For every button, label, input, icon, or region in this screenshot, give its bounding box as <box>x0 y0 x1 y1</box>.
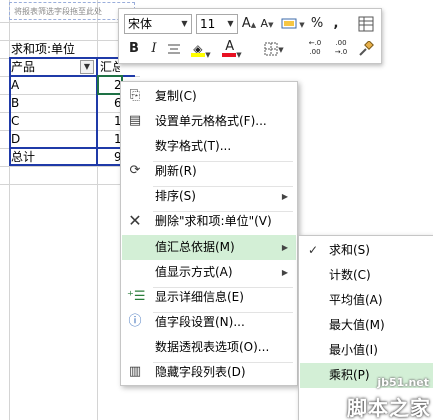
menu-item-label: 隐藏字段列表(D) <box>155 365 246 379</box>
submenu-arrow-icon: ▶ <box>281 192 288 201</box>
fill-color-icon: ◈ <box>191 39 206 57</box>
menu-item-show-values-as[interactable]: 值显示方式(A) ▶ <box>122 260 296 285</box>
submenu-item-label: 乘积(P) <box>329 368 370 382</box>
format-table-glyph <box>358 16 374 31</box>
field-settings-icon: ⓘ <box>128 314 142 329</box>
italic-button[interactable]: I <box>147 39 161 59</box>
font-name-value: 宋体 <box>128 17 153 31</box>
menu-item-value-field-settings[interactable]: ⓘ 值字段设置(N)... <box>122 310 296 335</box>
submenu-arrow-icon: ▶ <box>281 268 288 277</box>
menu-item-summarize-by[interactable]: 值汇总依据(M) ▶ <box>122 235 296 260</box>
chevron-down-icon[interactable]: ▼ <box>178 15 191 33</box>
menu-item-sort[interactable]: 排序(S) ▶ <box>122 184 296 209</box>
menu-item-refresh[interactable]: ⟳ 刷新(R) <box>122 159 296 184</box>
submenu-item-min[interactable]: 最小值(I) <box>300 338 433 363</box>
menu-item-label: 刷新(R) <box>155 164 197 178</box>
pivot-row-label[interactable]: D <box>11 130 20 148</box>
shrink-font-glyph: A <box>260 17 269 30</box>
submenu-item-count[interactable]: 计数(C) <box>300 263 433 288</box>
checkmark-icon: ✓ <box>308 243 319 257</box>
menu-item-pivot-options[interactable]: 数据透视表选项(O)... <box>122 335 296 360</box>
menu-item-copy[interactable]: ⎘ 复制(C) <box>122 84 296 109</box>
menu-item-label: 删除"求和项:单位"(V) <box>155 214 272 228</box>
pivot-row-label[interactable]: B <box>11 94 19 112</box>
grid-line <box>0 184 140 185</box>
mini-toolbar: 宋体 ▼ 11 ▼ A▲ A▼ ▼ % , B I ◈ ▼ A ▼ ▼ ←.0 … <box>118 8 382 64</box>
pivot-total-label[interactable]: 总计 <box>11 148 35 166</box>
font-name-combo[interactable]: 宋体 ▼ <box>124 14 192 34</box>
submenu-item-sum[interactable]: ✓ 求和(S) <box>300 238 433 263</box>
menu-item-hide-field-list[interactable]: ▥ 隐藏字段列表(D) <box>122 360 296 385</box>
refresh-icon: ⟳ <box>129 163 141 178</box>
borders-icon <box>264 42 278 55</box>
menu-item-label: 数据透视表选项(O)... <box>155 340 270 354</box>
format-painter-icon[interactable] <box>357 39 375 59</box>
menu-item-label: 显示详细信息(E) <box>155 290 244 304</box>
submenu-item-label: 最小值(I) <box>329 343 378 357</box>
submenu-item-label: 最大值(M) <box>329 318 385 332</box>
font-size-value: 11 <box>200 17 216 31</box>
submenu-item-label: 计数(C) <box>329 268 371 282</box>
grid-line <box>0 166 140 167</box>
copy-icon: ⎘ <box>129 88 141 103</box>
context-menu: ⎘ 复制(C) ▤ 设置单元格格式(F)... 数字格式(T)... ⟳ 刷新(… <box>120 81 298 386</box>
menu-item-label: 值汇总依据(M) <box>155 240 235 254</box>
comma-style-icon[interactable]: , <box>329 14 343 34</box>
menu-item-format-cells[interactable]: ▤ 设置单元格格式(F)... <box>122 109 296 134</box>
menu-item-show-details[interactable]: ⁺☰ 显示详细信息(E) <box>122 285 296 310</box>
menu-item-label: 数字格式(T)... <box>155 139 232 153</box>
format-painter-glyph <box>359 39 374 56</box>
increase-decimal-icon[interactable]: ←.0 .00 <box>303 37 327 57</box>
menu-item-label: 设置单元格格式(F)... <box>155 114 267 128</box>
grow-font-icon[interactable]: A▲ <box>241 14 257 34</box>
show-details-icon: ⁺☰ <box>127 289 146 304</box>
menu-item-label: 值显示方式(A) <box>155 265 233 279</box>
value-field-label[interactable]: 求和项:单位 <box>11 40 75 58</box>
borders-button[interactable]: ▼ <box>261 39 287 59</box>
submenu-item-max[interactable]: 最大值(M) <box>300 313 433 338</box>
decrease-decimal-icon[interactable]: .00 →.0 <box>329 37 353 57</box>
bold-button[interactable]: B <box>127 39 141 59</box>
menu-item-label: 复制(C) <box>155 89 197 103</box>
align-center-icon[interactable] <box>166 39 182 59</box>
delete-icon: ✕ <box>128 211 142 230</box>
format-cells-icon: ▤ <box>128 113 142 128</box>
align-center-glyph <box>168 44 180 53</box>
accounting-format-icon[interactable]: ▼ <box>279 14 307 34</box>
submenu-arrow-icon: ▶ <box>281 243 288 252</box>
pivot-row-label[interactable]: C <box>11 112 19 130</box>
menu-item-number-format[interactable]: 数字格式(T)... <box>122 134 296 159</box>
row-filter-dropdown-icon[interactable]: ▼ <box>80 60 94 74</box>
row-header-product[interactable]: 产品 <box>11 58 35 76</box>
font-color-icon: A <box>222 39 237 57</box>
percent-style-icon[interactable]: % <box>309 14 325 34</box>
submenu-item-label: 平均值(A) <box>329 293 383 307</box>
watermark-name: 脚本之家 <box>347 396 431 420</box>
shrink-font-icon[interactable]: A▼ <box>259 14 275 34</box>
spreadsheet-window: 将报表筛选字段拖至此处 求和项:单位 产品 ▼ 汇总 B A C D 2 6 1… <box>0 0 433 420</box>
submenu-item-average[interactable]: 平均值(A) <box>300 288 433 313</box>
accounting-format-glyph <box>281 18 297 28</box>
fill-color-button[interactable]: ◈ ▼ <box>187 39 215 59</box>
grow-font-glyph: A <box>241 16 251 31</box>
chevron-down-icon[interactable]: ▼ <box>224 15 237 33</box>
field-list-icon: ▥ <box>128 364 142 379</box>
value-header[interactable]: 汇总 <box>100 58 120 76</box>
menu-item-label: 排序(S) <box>155 189 196 203</box>
submenu-item-label: 求和(S) <box>329 243 370 257</box>
format-table-icon[interactable] <box>357 14 375 34</box>
watermark-site: jb51.net <box>377 376 429 389</box>
menu-item-remove-field[interactable]: ✕ 删除"求和项:单位"(V) <box>122 209 296 234</box>
pivot-row-label[interactable]: A <box>11 76 19 94</box>
menu-item-label: 值字段设置(N)... <box>155 315 245 329</box>
font-size-combo[interactable]: 11 ▼ <box>196 14 238 34</box>
font-color-button[interactable]: A ▼ <box>219 39 245 59</box>
report-filter-drop-zone[interactable]: 将报表筛选字段拖至此处 <box>9 2 135 20</box>
